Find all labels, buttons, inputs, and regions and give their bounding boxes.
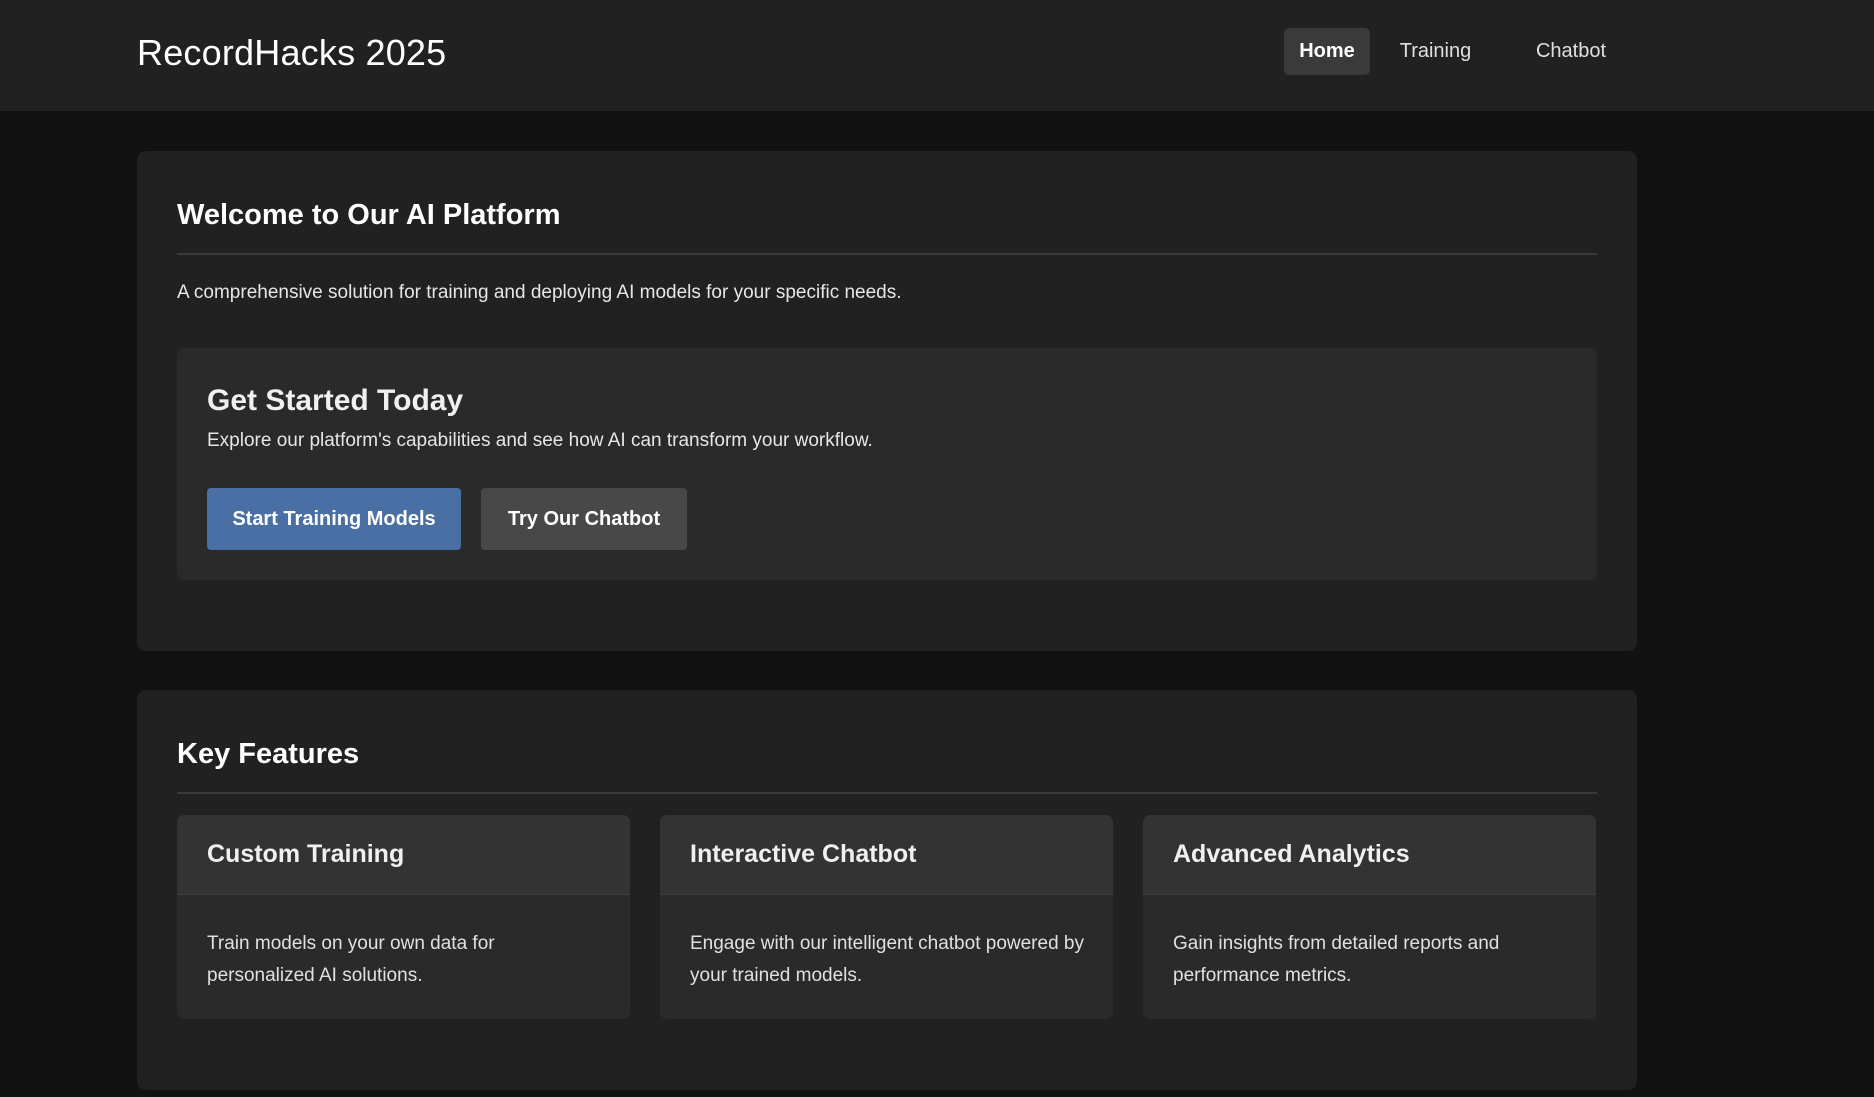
feature-card-custom-training: Custom Training Train models on your own… [177,815,630,1019]
nav-chatbot[interactable]: Chatbot [1503,28,1639,75]
feature-card-body: Gain insights from detailed reports and … [1173,933,1500,986]
welcome-divider [177,253,1597,255]
start-training-button[interactable]: Start Training Models [207,488,461,550]
feature-card-header: Interactive Chatbot [660,815,1113,895]
get-started-box: Get Started Today Explore our platform's… [177,348,1597,580]
feature-card-header: Custom Training [177,815,630,895]
feature-card-advanced-analytics: Advanced Analytics Gain insights from de… [1143,815,1596,1019]
features-divider [177,792,1597,794]
welcome-panel: Welcome to Our AI Platform A comprehensi… [137,151,1637,651]
feature-card-title: Interactive Chatbot [690,840,917,868]
feature-card-title: Custom Training [207,840,405,868]
nav-home[interactable]: Home [1284,28,1370,75]
get-started-description: Explore our platform's capabilities and … [207,430,873,451]
welcome-title: Welcome to Our AI Platform [177,199,561,231]
main-nav: Home Training Chatbot [1284,28,1639,75]
brand-title[interactable]: RecordHacks 2025 [137,32,446,74]
try-chatbot-button[interactable]: Try Our Chatbot [481,488,687,550]
nav-training[interactable]: Training [1374,28,1497,75]
top-navbar: RecordHacks 2025 Home Training Chatbot [0,0,1874,111]
feature-card-body: Engage with our intelligent chatbot powe… [690,933,1084,986]
feature-card-title: Advanced Analytics [1173,840,1410,868]
features-panel: Key Features Custom Training Train model… [137,690,1637,1090]
feature-card-interactive-chatbot: Interactive Chatbot Engage with our inte… [660,815,1113,1019]
feature-card-header: Advanced Analytics [1143,815,1596,895]
features-title: Key Features [177,738,360,770]
feature-card-body: Train models on your own data for person… [207,933,495,986]
welcome-description: A comprehensive solution for training an… [177,282,902,303]
get-started-title: Get Started Today [207,384,464,417]
